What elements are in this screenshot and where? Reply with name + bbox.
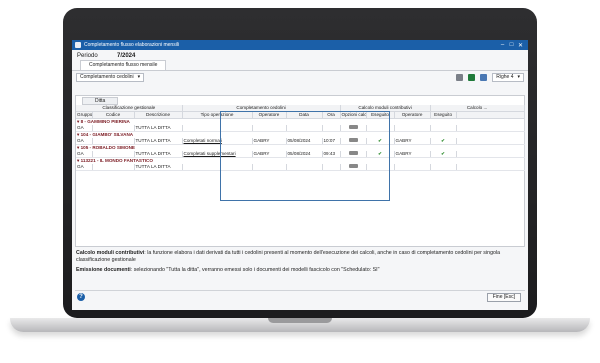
export-icon[interactable] [456, 73, 464, 81]
window-title: Completamento flusso elaborazioni mensil… [84, 42, 180, 48]
col-operatore-2[interactable]: Operatore [394, 111, 431, 119]
col-opzioni-calcolo[interactable]: Opzioni calcolo [340, 111, 367, 119]
cell-descrizione: TUTTA LA DITTA [134, 164, 183, 171]
footer-bar: ? Fine [Esc] [75, 290, 525, 303]
printer-icon[interactable] [348, 164, 358, 168]
close-button[interactable]: Fine [Esc] [486, 293, 521, 302]
cell-data [286, 164, 323, 171]
col-descrizione[interactable]: Descrizione [134, 111, 183, 119]
col-data[interactable]: Data [286, 111, 323, 119]
col-blank [456, 111, 525, 119]
grid-table: Classificazione gestionale Completamento… [76, 105, 525, 171]
maximize-icon[interactable]: □ [507, 42, 516, 48]
minimize-icon[interactable]: – [498, 42, 507, 48]
cell-operatore-2 [394, 164, 431, 171]
cell-eseguito [366, 164, 395, 171]
col-eseguito[interactable]: Eseguito [366, 111, 395, 119]
cell-operatore [252, 164, 287, 171]
columns-icon[interactable] [480, 73, 488, 81]
laptop-notch [268, 318, 332, 323]
note-emissione-title: Emissione documenti [76, 267, 131, 273]
mode-select[interactable]: Completamento cedolini ▾ [76, 72, 145, 82]
cell-codice [92, 164, 135, 171]
close-icon[interactable]: ✕ [516, 42, 525, 49]
chevron-down-icon: ▾ [137, 73, 141, 80]
note-emissione-text: : selezionando "Tutta la ditta", verrann… [130, 267, 380, 273]
col-gruppo[interactable]: Gruppo [76, 111, 93, 119]
group-title: 113221 - IL MONDO FANTASTICO [80, 158, 153, 163]
printer-icon[interactable] [348, 125, 358, 129]
title-bar: Completamento flusso elaborazioni mensil… [72, 40, 528, 50]
toolbar: Completamento cedolini ▾ Righe 4 ▾ [72, 71, 528, 83]
table-row[interactable]: GA TUTTA LA DITTA [76, 164, 525, 171]
periodo-value[interactable]: 7/2024 [117, 53, 135, 59]
periodo-label: Periodo [77, 52, 98, 59]
group-title: 8 - GAMMINO PIERINA [80, 119, 130, 124]
col-tipo-operazione[interactable]: Tipo operazione [182, 111, 253, 119]
tab-bar: Completamento flusso mensile [72, 60, 528, 71]
notes-panel: Calcolo moduli contributivi: la funzione… [76, 250, 524, 274]
col-codice[interactable]: Codice [92, 111, 135, 119]
cell-eseguito-2 [430, 164, 457, 171]
group-by-bar: Ditta [76, 96, 524, 105]
chevron-down-icon: ▾ [517, 73, 520, 80]
cell-tipo [182, 164, 253, 171]
group-title: 104 - GIAMBO' SILVANA [80, 132, 134, 137]
group-title: 105 - ROBALDO SIMONE [80, 145, 135, 150]
header-row: Gruppo Codice Descrizione Tipo operazion… [76, 111, 525, 119]
note-calcolo: Calcolo moduli contributivi: la funzione… [76, 250, 524, 264]
mode-select-value: Completamento cedolini [80, 73, 134, 80]
printer-icon[interactable] [348, 138, 358, 142]
tab-completamento-flusso[interactable]: Completamento flusso mensile [80, 60, 167, 70]
note-calcolo-title: Calcolo moduli contributivi [76, 250, 145, 256]
app-icon [75, 42, 81, 48]
rows-select[interactable]: Righe 4 ▾ [492, 72, 524, 82]
col-eseguito-2[interactable]: Eseguito [430, 111, 457, 119]
cell-ora [322, 164, 341, 171]
app-window: Completamento flusso elaborazioni mensil… [72, 40, 528, 310]
data-grid: Ditta Classificazione gestionale Complet… [75, 95, 525, 247]
group-chip-ditta[interactable]: Ditta [82, 96, 119, 105]
cell-blank [456, 164, 525, 171]
printer-icon[interactable] [348, 151, 358, 155]
rows-select-value: Righe 4 [496, 73, 514, 80]
help-icon[interactable]: ? [77, 293, 85, 301]
note-emissione: Emissione documenti: selezionando "Tutta… [76, 267, 524, 274]
col-ora[interactable]: Ora [322, 111, 341, 119]
excel-icon[interactable] [468, 73, 476, 81]
cell-gruppo: GA [76, 164, 93, 171]
col-operatore[interactable]: Operatore [252, 111, 287, 119]
cell-opzioni [340, 164, 367, 171]
